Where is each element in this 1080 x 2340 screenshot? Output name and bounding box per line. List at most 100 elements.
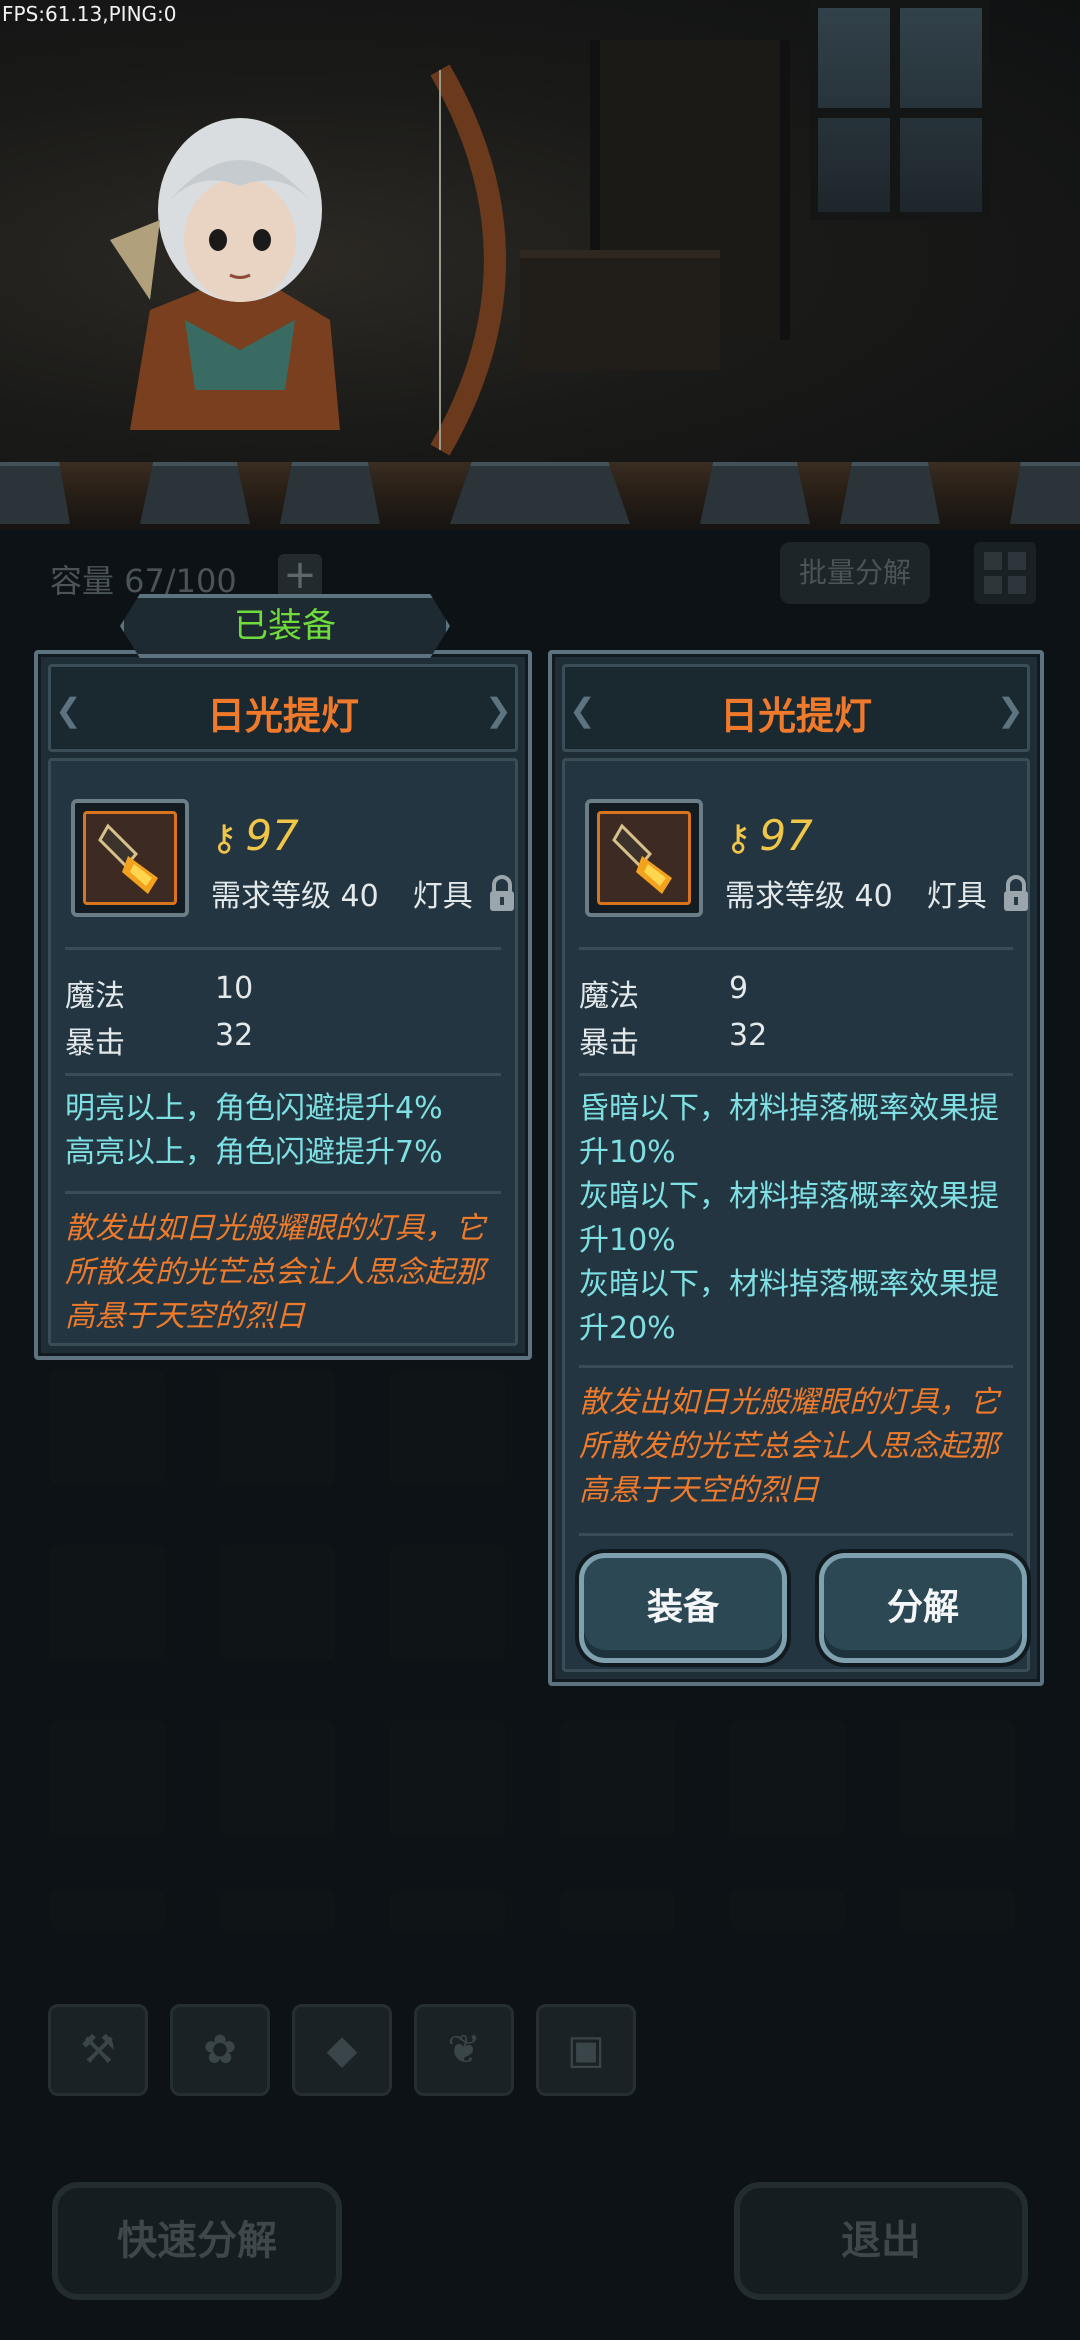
grid-icon (984, 552, 1026, 594)
inventory-slot[interactable] (50, 1545, 165, 1660)
grid-view-button[interactable] (974, 542, 1036, 604)
inventory-slot[interactable] (390, 1720, 505, 1835)
inventory-slot[interactable] (220, 1545, 335, 1660)
inventory-slot[interactable] (390, 1890, 505, 1930)
tab-gem[interactable]: ◆ (292, 2004, 392, 2096)
decompose-button[interactable]: 分解 (819, 1553, 1027, 1663)
item-power: ⚷ 97 (211, 811, 299, 860)
divider (579, 1365, 1013, 1368)
scene-floor (0, 462, 1080, 530)
inventory-slot[interactable] (220, 1890, 335, 1930)
stat-row: 魔法 10 (65, 971, 253, 1015)
inventory-slot[interactable] (390, 1370, 505, 1485)
item-type: 灯具 (412, 879, 473, 914)
hero-character-image (110, 118, 340, 430)
stat-value: 32 (729, 1018, 768, 1053)
divider (579, 947, 1013, 950)
inventory-slot[interactable] (50, 1720, 165, 1835)
tab-leaf[interactable]: ❦ (414, 2004, 514, 2096)
item-type: 灯具 (926, 879, 987, 914)
chest-icon: ▣ (567, 2027, 605, 2073)
stat-value: 32 (215, 1018, 254, 1053)
hammer-icon: ⚒ (80, 2027, 116, 2073)
exit-button[interactable]: 退出 (734, 2182, 1028, 2300)
divider (579, 1073, 1013, 1076)
item-effect: 高亮以上，角色闪避提升7% (65, 1135, 443, 1170)
character-scene (0, 0, 1080, 530)
floor-tile (0, 462, 70, 524)
item-icon-frame (585, 799, 703, 917)
item-icon-frame (71, 799, 189, 917)
lantern-icon (612, 823, 672, 894)
item-icon (83, 811, 177, 905)
equip-button[interactable]: 装备 (579, 1553, 787, 1663)
item-required-level: 需求等级 40 (211, 879, 379, 914)
equipped-tag: 已装备 (120, 594, 450, 658)
item-header: ❮ 日光提灯 ❯ (562, 664, 1030, 752)
stat-row: 魔法 9 (579, 971, 748, 1015)
gem-icon: ◆ (326, 2027, 358, 2073)
ornament-right: ❯ (997, 691, 1024, 729)
inventory-slot[interactable] (730, 1720, 845, 1835)
item-details: ⚷ 97 需求等级 40 灯具 魔法 9 暴击 32 昏暗以下，材料掉落概率效果提升10… (562, 758, 1030, 1672)
item-icon (597, 811, 691, 905)
stat-name: 暴击 (65, 1026, 125, 1061)
floor-tile (450, 462, 630, 524)
tab-hammer[interactable]: ⚒ (48, 2004, 148, 2096)
stat-name: 暴击 (579, 1026, 639, 1061)
plus-icon: + (283, 552, 317, 598)
item-flavor-text: 散发出如日光般耀眼的灯具，它所散发的光芒总会让人思念起那高悬于天空的烈日 (579, 1385, 999, 1508)
divider (579, 1533, 1013, 1536)
item-name: 日光提灯 (206, 694, 359, 738)
tab-paw[interactable]: ✿ (170, 2004, 270, 2096)
item-effect: 明亮以上，角色闪避提升4% (65, 1091, 443, 1126)
lock-icon[interactable] (1001, 873, 1031, 913)
stat-name: 魔法 (579, 979, 639, 1014)
stat-row: 暴击 32 (579, 1018, 767, 1062)
stat-row: 暴击 32 (65, 1018, 253, 1062)
floor-tile (700, 462, 810, 524)
lantern-icon (98, 823, 158, 894)
stat-value: 10 (215, 971, 254, 1006)
inventory-slot[interactable] (560, 1720, 675, 1835)
floor-tile (840, 462, 940, 524)
stat-name: 魔法 (65, 979, 125, 1014)
equipped-item-panel: ❮ 日光提灯 ❯ ⚷ 97 需求等级 40 灯具 魔法 10 暴击 32 明亮以上，角色… (34, 650, 532, 1360)
quick-decompose-button[interactable]: 快速分解 (52, 2182, 342, 2300)
item-effect: 灰暗以下，材料掉落概率效果提升20% (579, 1267, 999, 1346)
bow-image (430, 64, 506, 456)
inventory-slot[interactable] (220, 1720, 335, 1835)
floor-tile (1010, 462, 1080, 524)
power-icon: ⚷ (725, 818, 752, 859)
inventory-slot[interactable] (730, 1890, 845, 1930)
add-capacity-button[interactable]: + (278, 554, 322, 598)
paw-icon: ✿ (203, 2027, 237, 2073)
inventory-slot[interactable] (50, 1890, 165, 1930)
inventory-slot[interactable] (560, 1890, 675, 1930)
inventory-slot[interactable] (900, 1720, 1015, 1835)
item-effect: 灰暗以下，材料掉落概率效果提升10% (579, 1179, 999, 1258)
floor-tile (280, 462, 380, 524)
item-power: ⚷ 97 (725, 811, 813, 860)
divider (65, 1073, 501, 1076)
item-power-value: 97 (759, 811, 813, 860)
power-icon: ⚷ (211, 818, 238, 859)
scene-window (810, 0, 990, 220)
inventory-slot[interactable] (390, 1545, 505, 1660)
item-header: ❮ 日光提灯 ❯ (48, 664, 518, 752)
item-effect: 昏暗以下，材料掉落概率效果提升10% (579, 1091, 999, 1170)
item-name: 日光提灯 (719, 694, 872, 738)
item-required-level: 需求等级 40 (725, 879, 893, 914)
inventory-slot[interactable] (900, 1890, 1015, 1930)
inventory-slot[interactable] (50, 1370, 165, 1485)
batch-decompose-button[interactable]: 批量分解 (780, 542, 930, 604)
divider (65, 1191, 501, 1194)
fps-readout: FPS:61.13,PING:0 (2, 2, 177, 26)
inventory-slot[interactable] (220, 1370, 335, 1485)
item-meta: 需求等级 40 灯具 (725, 871, 987, 915)
lock-icon[interactable] (487, 873, 517, 913)
tab-chest[interactable]: ▣ (536, 2004, 636, 2096)
item-details: ⚷ 97 需求等级 40 灯具 魔法 10 暴击 32 明亮以上，角色闪避提升4% 高亮… (48, 758, 518, 1346)
item-meta: 需求等级 40 灯具 (211, 871, 473, 915)
selected-item-panel: ❮ 日光提灯 ❯ ⚷ 97 需求等级 40 灯具 魔法 9 暴击 32 昏暗以下，材料掉… (548, 650, 1044, 1686)
